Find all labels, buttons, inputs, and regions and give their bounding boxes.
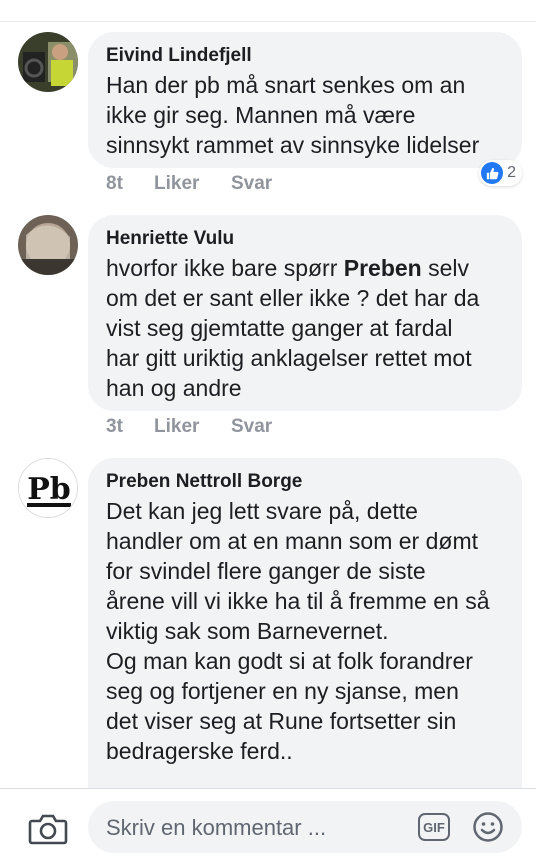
avatar[interactable]: [18, 215, 78, 275]
comment-author[interactable]: Henriette Vulu: [106, 227, 504, 251]
comment-input[interactable]: Skriv en kommentar ... GIF: [88, 801, 522, 853]
comment-actions: 8t Liker Svar: [106, 173, 272, 199]
mention[interactable]: Preben: [344, 255, 422, 281]
comment-input-placeholder: Skriv en kommentar ...: [106, 815, 327, 840]
comment-author[interactable]: Eivind Lindefjell: [106, 44, 504, 68]
avatar-logo: Pb: [19, 459, 77, 517]
comment-bubble: Eivind Lindefjell Han der pb må snart se…: [88, 32, 522, 168]
emoji-icon[interactable]: [472, 811, 504, 843]
camera-icon[interactable]: [28, 813, 68, 845]
comment-author[interactable]: Preben Nettroll Borge: [106, 470, 504, 494]
comment-time[interactable]: 8t: [106, 173, 154, 199]
comment-bubble: Henriette Vulu hvorfor ikke bare spørr P…: [88, 215, 522, 411]
avatar[interactable]: [18, 32, 78, 92]
comment-text: Det kan jeg lett svare på, dette handler…: [106, 498, 490, 764]
reaction-count: 2: [507, 164, 516, 181]
svg-text:Pb: Pb: [27, 472, 71, 507]
avatar-photo: [18, 32, 78, 92]
gif-icon[interactable]: GIF: [418, 813, 450, 841]
reply-button[interactable]: Svar: [231, 416, 272, 442]
like-button[interactable]: Liker: [154, 416, 231, 442]
avatar[interactable]: Pb: [18, 458, 78, 518]
avatar-photo: [18, 215, 78, 275]
comment-text: Han der pb må snart senkes om an ikke gi…: [106, 72, 480, 158]
reply-button[interactable]: Svar: [231, 173, 272, 199]
comment-text: hvorfor ikke bare spørr Preben selv om d…: [106, 255, 480, 401]
reaction-summary[interactable]: 2: [479, 160, 522, 186]
comment-bubble: Preben Nettroll Borge Det kan jeg lett s…: [88, 458, 522, 818]
comment-time[interactable]: 3t: [106, 416, 154, 442]
comment-composer: Skriv en kommentar ... GIF: [0, 788, 536, 858]
comment-actions: 3t Liker Svar: [106, 416, 272, 442]
top-divider: [0, 0, 536, 22]
thumbs-up-icon: [481, 162, 504, 184]
gif-label: GIF: [423, 819, 445, 835]
like-button[interactable]: Liker: [154, 173, 231, 199]
